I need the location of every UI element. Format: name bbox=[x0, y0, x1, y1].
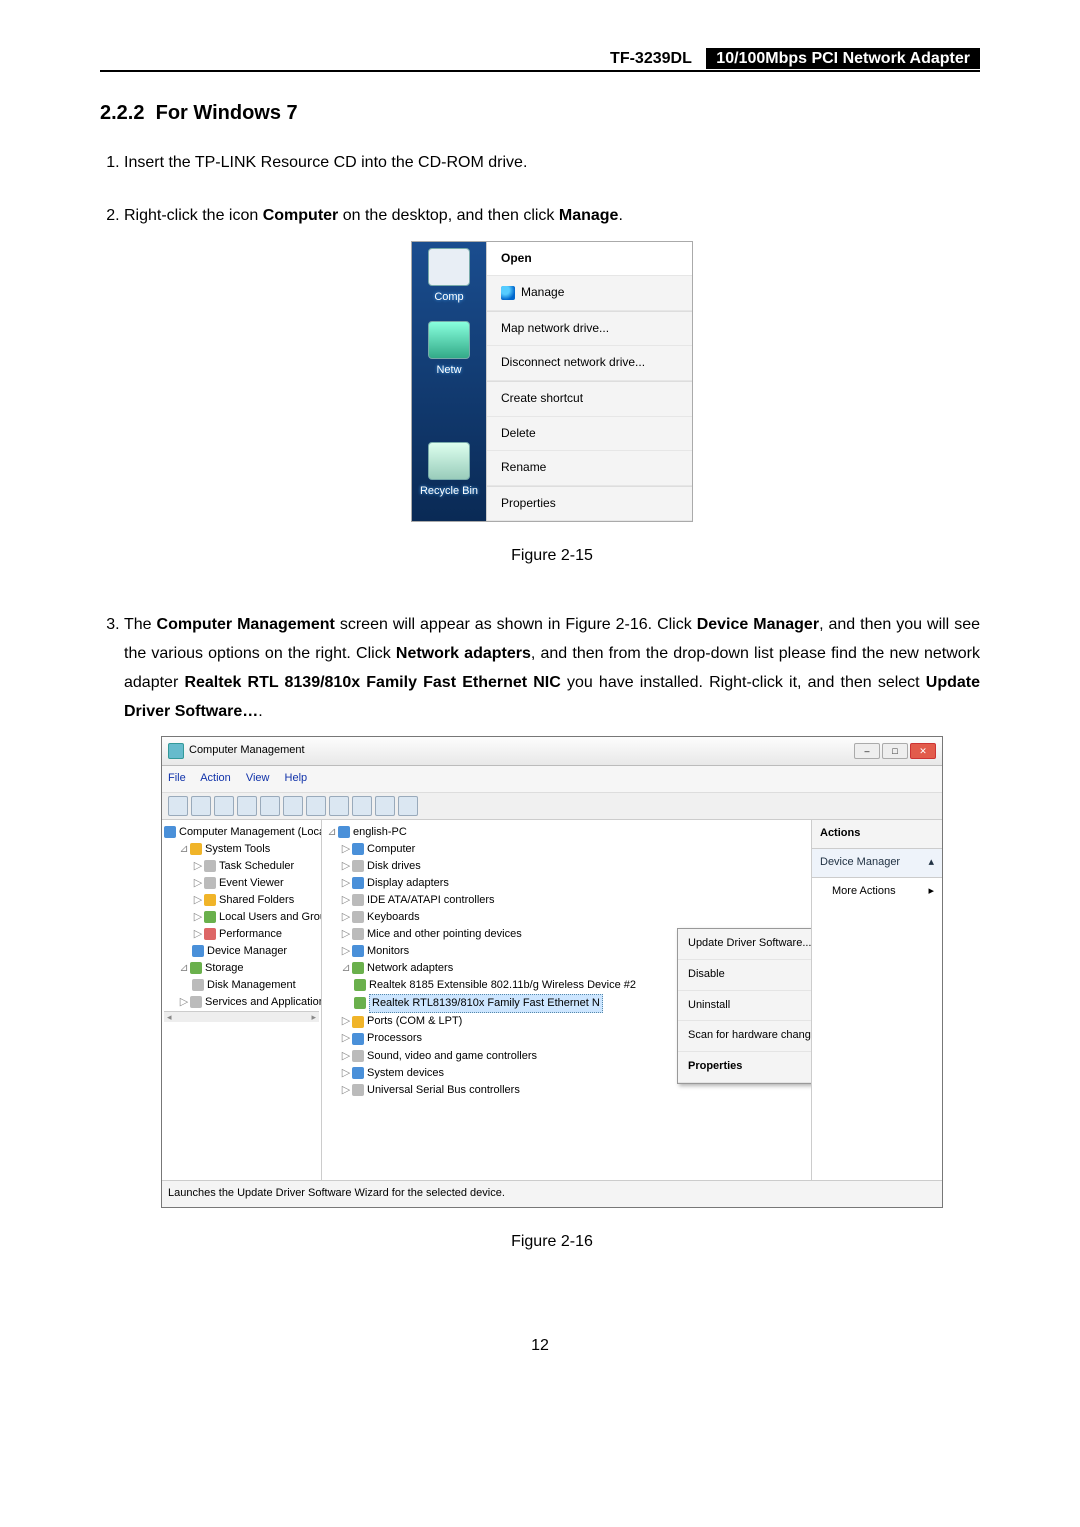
tool-scan-icon[interactable] bbox=[306, 796, 326, 816]
tree-root[interactable]: Computer Management (Local bbox=[164, 824, 319, 841]
context-menu: Open Manage Map network drive... Disconn… bbox=[486, 242, 692, 522]
tree-storage[interactable]: ⊿Storage bbox=[164, 960, 319, 977]
figure-2-15: Comp Netw Recycle Bin Open Manage Map ne… bbox=[411, 241, 693, 523]
menu-bar: File Action View Help bbox=[162, 766, 942, 793]
tool-fwd-icon[interactable] bbox=[191, 796, 211, 816]
app-icon bbox=[168, 743, 184, 759]
tool-back-icon[interactable] bbox=[168, 796, 188, 816]
ctx-manage[interactable]: Manage bbox=[487, 276, 692, 311]
tool-b-icon[interactable] bbox=[352, 796, 372, 816]
step-2: Right-click the icon Computer on the des… bbox=[124, 202, 980, 571]
figure-2-16: Computer Management ‒ □ ✕ File Action Vi… bbox=[161, 736, 943, 1207]
model-code: TF-3239DL bbox=[610, 50, 692, 67]
dev-display[interactable]: ▷Display adapters bbox=[326, 875, 807, 892]
ctx-disconnect-drive[interactable]: Disconnect network drive... bbox=[487, 346, 692, 381]
tree-shared[interactable]: ▷Shared Folders bbox=[164, 892, 319, 909]
actions-header: Actions bbox=[812, 820, 942, 849]
ctx-rename[interactable]: Rename bbox=[487, 451, 692, 486]
dev-diskdrv[interactable]: ▷Disk drives bbox=[326, 858, 807, 875]
actions-sub[interactable]: Device Manager▴ bbox=[812, 849, 942, 878]
dev-keyb[interactable]: ▷Keyboards bbox=[326, 909, 807, 926]
tool-a-icon[interactable] bbox=[329, 796, 349, 816]
collapse-icon: ▴ bbox=[928, 853, 934, 873]
left-pane: Computer Management (Local ⊿System Tools… bbox=[162, 820, 322, 1180]
figure-2-15-caption: Figure 2-15 bbox=[124, 542, 980, 571]
ctx-scan[interactable]: Scan for hardware changes bbox=[678, 1021, 812, 1052]
actions-pane: Actions Device Manager▴ More Actions▸ bbox=[812, 820, 942, 1180]
maximize-button[interactable]: □ bbox=[882, 743, 908, 759]
ctx-properties[interactable]: Properties bbox=[487, 487, 692, 522]
ctx-properties[interactable]: Properties bbox=[678, 1052, 812, 1083]
window-titlebar: Computer Management ‒ □ ✕ bbox=[162, 737, 942, 766]
figure-2-16-caption: Figure 2-16 bbox=[124, 1228, 980, 1257]
minimize-button[interactable]: ‒ bbox=[854, 743, 880, 759]
close-button[interactable]: ✕ bbox=[910, 743, 936, 759]
instruction-list: Insert the TP-LINK Resource CD into the … bbox=[100, 149, 980, 1257]
recycle-icon[interactable] bbox=[428, 442, 470, 480]
desktop-column: Comp Netw Recycle Bin bbox=[412, 242, 486, 522]
tree-services[interactable]: ▷Services and Applications bbox=[164, 994, 319, 1011]
step-3: The Computer Management screen will appe… bbox=[124, 611, 980, 1256]
ctx-map-drive[interactable]: Map network drive... bbox=[487, 312, 692, 347]
network-icon[interactable] bbox=[428, 321, 470, 359]
shield-icon bbox=[501, 286, 515, 300]
chevron-right-icon: ▸ bbox=[928, 882, 934, 902]
menu-file[interactable]: File bbox=[168, 772, 186, 784]
ctx-create-shortcut[interactable]: Create shortcut bbox=[487, 382, 692, 417]
ctx-update-driver[interactable]: Update Driver Software... bbox=[678, 929, 812, 960]
section-heading: 2.2.2 For Windows 7 bbox=[100, 102, 980, 125]
tree-perf[interactable]: ▷Performance bbox=[164, 926, 319, 943]
tool-prop-icon[interactable] bbox=[237, 796, 257, 816]
page-number: 12 bbox=[100, 1337, 980, 1355]
device-context-menu: Update Driver Software... Disable Uninst… bbox=[677, 928, 812, 1084]
ctx-uninstall[interactable]: Uninstall bbox=[678, 991, 812, 1022]
dev-root[interactable]: ⊿english-PC bbox=[326, 824, 807, 841]
computer-label: Comp bbox=[434, 288, 463, 308]
window-title: Computer Management bbox=[189, 741, 305, 761]
left-scrollbar[interactable]: ◂▸ bbox=[164, 1011, 319, 1022]
tool-up-icon[interactable] bbox=[214, 796, 234, 816]
product-name: 10/100Mbps PCI Network Adapter bbox=[706, 48, 980, 69]
tree-local[interactable]: ▷Local Users and Groups bbox=[164, 909, 319, 926]
tool-help-icon[interactable] bbox=[283, 796, 303, 816]
tool-d-icon[interactable] bbox=[398, 796, 418, 816]
menu-action[interactable]: Action bbox=[200, 772, 231, 784]
tree-disk[interactable]: Disk Management bbox=[164, 977, 319, 994]
tool-refresh-icon[interactable] bbox=[260, 796, 280, 816]
recycle-label: Recycle Bin bbox=[420, 482, 478, 502]
tree-devmgr[interactable]: Device Manager bbox=[164, 943, 319, 960]
tool-bar bbox=[162, 793, 942, 820]
dev-ide[interactable]: ▷IDE ATA/ATAPI controllers bbox=[326, 892, 807, 909]
menu-view[interactable]: View bbox=[246, 772, 270, 784]
tree-event[interactable]: ▷Event Viewer bbox=[164, 875, 319, 892]
dev-usb[interactable]: ▷Universal Serial Bus controllers bbox=[326, 1082, 807, 1099]
menu-help[interactable]: Help bbox=[285, 772, 308, 784]
ctx-disable[interactable]: Disable bbox=[678, 960, 812, 991]
computer-icon[interactable] bbox=[428, 248, 470, 286]
page-header: TF-3239DL 10/100Mbps PCI Network Adapter bbox=[100, 50, 980, 72]
actions-more[interactable]: More Actions▸ bbox=[812, 878, 942, 906]
tree-systools[interactable]: ⊿System Tools bbox=[164, 841, 319, 858]
step-1: Insert the TP-LINK Resource CD into the … bbox=[124, 149, 980, 178]
ctx-delete[interactable]: Delete bbox=[487, 417, 692, 452]
center-pane: ⊿english-PC ▷Computer ▷Disk drives ▷Disp… bbox=[322, 820, 812, 1180]
tree-task[interactable]: ▷Task Scheduler bbox=[164, 858, 319, 875]
ctx-open[interactable]: Open bbox=[487, 242, 692, 277]
network-label: Netw bbox=[436, 361, 461, 381]
tool-c-icon[interactable] bbox=[375, 796, 395, 816]
status-bar: Launches the Update Driver Software Wiza… bbox=[162, 1180, 942, 1207]
dev-computer[interactable]: ▷Computer bbox=[326, 841, 807, 858]
